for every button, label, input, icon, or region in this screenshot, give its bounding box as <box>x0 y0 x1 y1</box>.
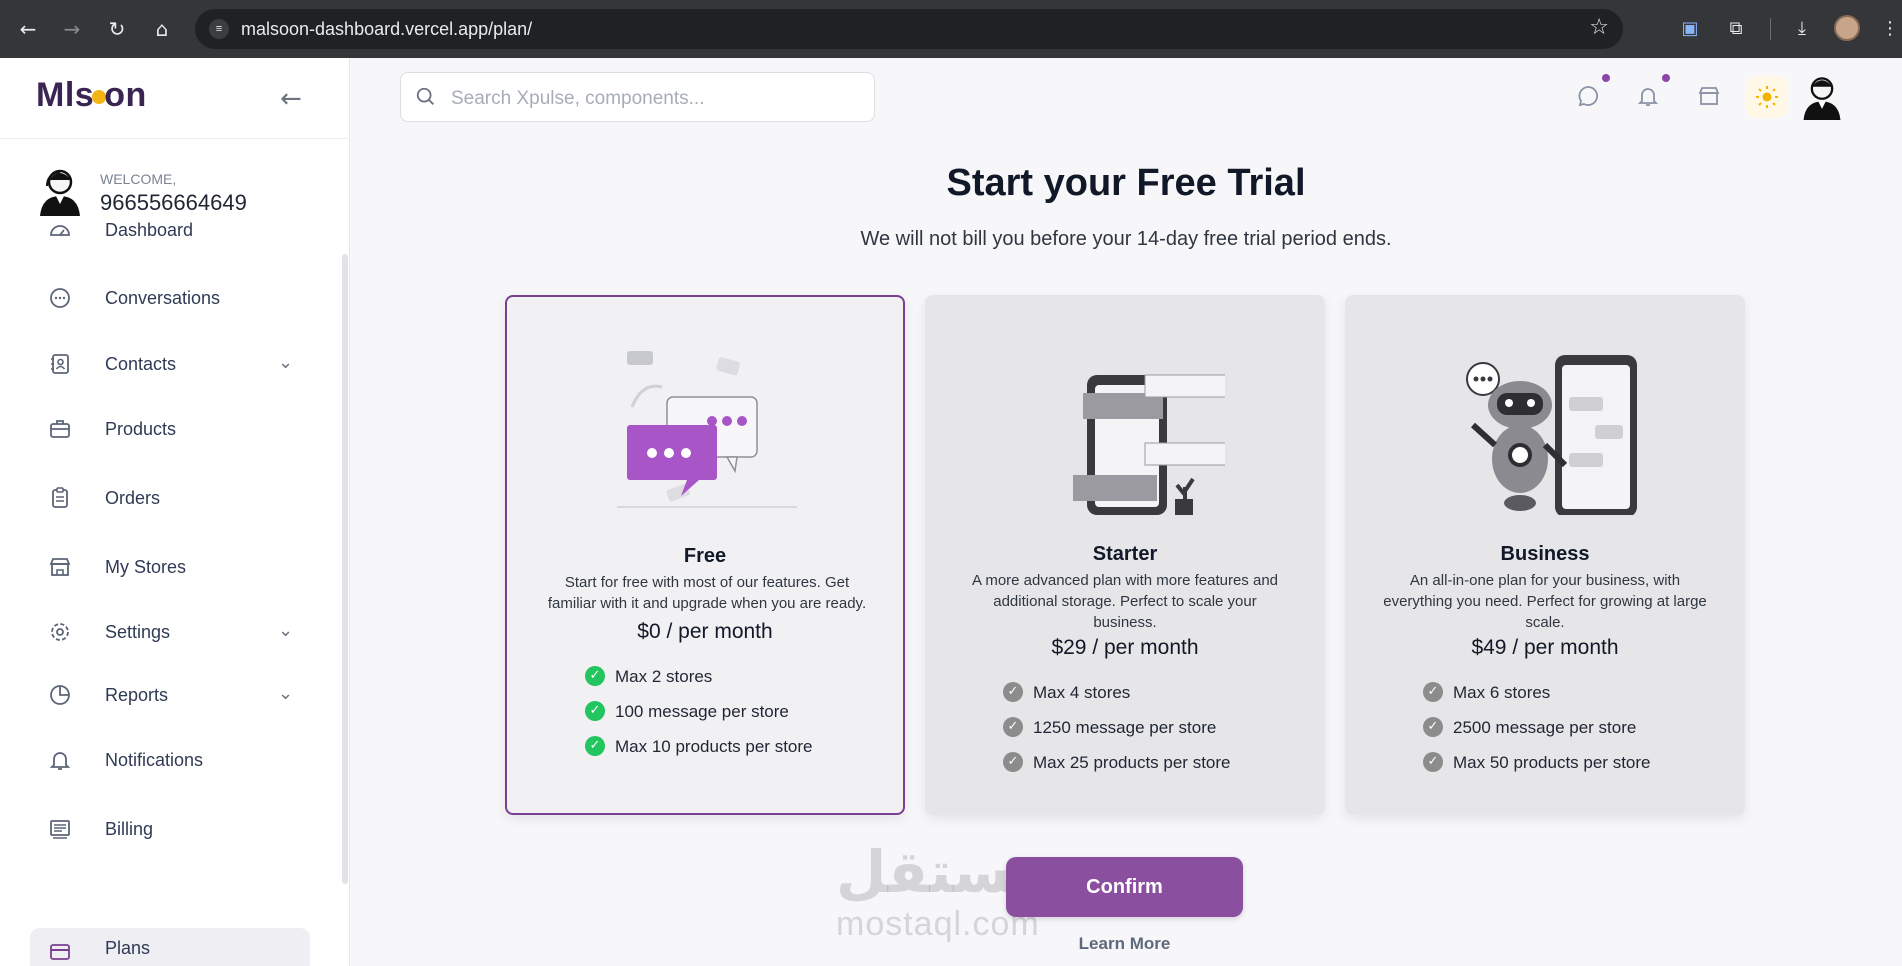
back-icon[interactable]: ← <box>14 15 42 43</box>
sidebar-item-dashboard[interactable]: Dashboard <box>30 206 310 254</box>
chevron-down-icon[interactable]: ⌄ <box>278 352 293 373</box>
divider <box>0 138 350 139</box>
notification-badge <box>1662 74 1670 82</box>
chevron-down-icon[interactable]: ⌄ <box>278 620 293 641</box>
welcome-label: WELCOME, <box>100 171 177 187</box>
notifications-button[interactable] <box>1636 74 1670 110</box>
billing-icon <box>50 820 70 839</box>
sidebar-item-my-stores[interactable]: My Stores <box>30 543 310 591</box>
plan-card-starter[interactable]: Starter A more advanced plan with more f… <box>925 295 1325 815</box>
bell-icon <box>1637 88 1659 106</box>
bookmark-star-icon[interactable]: ☆ <box>1589 15 1609 40</box>
download-icon[interactable]: ⤓ <box>1788 15 1816 43</box>
check-icon: ✓ <box>1003 682 1023 702</box>
sidebar-item-products[interactable]: Products <box>30 405 310 453</box>
check-icon: ✓ <box>1003 752 1023 772</box>
check-icon: ✓ <box>1003 717 1023 737</box>
sidebar-item-label: Plans <box>105 938 151 958</box>
plan-card-free[interactable]: Free Start for free with most of our fea… <box>505 295 905 815</box>
toolbar-divider <box>1770 18 1771 40</box>
sidebar-item-reports[interactable]: Reports ⌄ <box>30 671 310 719</box>
sidebar-item-notifications[interactable]: Notifications <box>30 736 310 784</box>
plan-price: $0 / per month <box>637 620 773 643</box>
sidebar-item-conversations[interactable]: Conversations <box>30 274 310 322</box>
address-bar[interactable]: ≡ malsoon-dashboard.vercel.app/plan/ ☆ <box>195 9 1623 49</box>
forward-icon[interactable]: → <box>58 15 86 43</box>
home-icon[interactable]: ⌂ <box>148 15 176 43</box>
store-button[interactable] <box>1697 84 1723 110</box>
sidebar-item-settings[interactable]: Settings ⌄ <box>30 608 310 656</box>
store-icon <box>1698 87 1720 105</box>
search-placeholder: Search Xpulse, components... <box>451 88 705 109</box>
contacts-icon <box>51 354 69 374</box>
site-info-icon[interactable]: ≡ <box>209 19 229 39</box>
sidebar-item-label: Settings <box>105 622 171 642</box>
phone-messages-illustration-icon <box>1073 374 1225 515</box>
check-icon: ✓ <box>1423 682 1443 702</box>
page-subtitle: We will not bill you before your 14-day … <box>860 228 1392 250</box>
check-icon: ✓ <box>585 701 605 721</box>
search-icon <box>416 87 434 105</box>
chat-bubble-icon <box>1578 86 1599 107</box>
dashboard-icon <box>50 225 70 236</box>
card-icon <box>50 944 70 960</box>
briefcase-icon <box>50 420 70 438</box>
sidebar-item-orders[interactable]: Orders <box>30 474 310 522</box>
pie-chart-icon <box>50 685 70 705</box>
sidebar-item-label: Contacts <box>105 354 177 374</box>
learn-more-link[interactable]: Learn More <box>1006 934 1243 954</box>
messages-button[interactable] <box>1576 74 1610 110</box>
theme-toggle-button[interactable] <box>1746 76 1788 118</box>
sidebar-scrollbar[interactable] <box>342 254 348 884</box>
cast-icon[interactable]: ▣ <box>1676 15 1704 43</box>
browser-profile-avatar[interactable] <box>1834 15 1860 41</box>
sidebar-item-label: My Stores <box>105 557 187 577</box>
reload-icon[interactable]: ↻ <box>103 15 131 43</box>
browser-menu-icon[interactable]: ⋮ <box>1876 15 1902 43</box>
robot-phone-illustration-icon <box>1466 355 1637 515</box>
chat-bubbles-illustration-icon <box>617 351 797 508</box>
sidebar-item-label: Conversations <box>105 288 221 308</box>
plan-description: Start for free with most of our features… <box>547 574 867 612</box>
plan-name: Business <box>1500 543 1590 565</box>
sun-icon <box>1756 86 1778 108</box>
sidebar-item-contacts[interactable]: Contacts ⌄ <box>30 340 310 388</box>
sidebar-item-label: Dashboard <box>105 220 194 240</box>
sidebar-item-label: Notifications <box>105 750 204 770</box>
gear-icon <box>51 623 69 641</box>
sidebar-item-plans[interactable]: Plans <box>30 928 310 966</box>
url-text[interactable]: malsoon-dashboard.vercel.app/plan/ <box>241 19 532 40</box>
sidebar-item-label: Products <box>105 419 177 439</box>
chat-icon <box>50 288 70 308</box>
confirm-button[interactable]: Confirm <box>1006 857 1243 917</box>
bell-icon <box>49 752 71 770</box>
plan-price: $49 / per month <box>1471 636 1619 659</box>
plan-price: $29 / per month <box>1051 636 1199 659</box>
clipboard-icon <box>52 487 68 508</box>
sidebar-item-billing[interactable]: Billing <box>30 805 310 853</box>
profile-avatar-icon[interactable] <box>1798 72 1846 120</box>
search-input[interactable]: Search Xpulse, components... <box>400 72 875 122</box>
plan-description: An all-in-one plan for your business, wi… <box>1383 572 1707 631</box>
sidebar-item-label: Reports <box>105 685 169 705</box>
app-logo[interactable]: Mls on <box>36 76 147 115</box>
plan-description: A more advanced plan with more features … <box>971 572 1278 631</box>
plan-card-business[interactable]: Business An all-in-one plan for your bus… <box>1345 295 1745 815</box>
extensions-icon[interactable]: ⧉ <box>1722 15 1750 43</box>
plan-name: Starter <box>1092 543 1158 565</box>
collapse-sidebar-icon[interactable]: ← <box>280 84 302 114</box>
store-icon <box>49 558 71 576</box>
sidebar-item-label: Billing <box>105 819 154 839</box>
chevron-down-icon[interactable]: ⌄ <box>278 683 293 704</box>
browser-toolbar: ← → ↻ ⌂ ≡ malsoon-dashboard.vercel.app/p… <box>0 0 1902 58</box>
sidebar: Mls on ← WELCOME, 966556664649 Dashboard … <box>0 58 350 966</box>
check-icon: ✓ <box>1423 717 1443 737</box>
check-icon: ✓ <box>1423 752 1443 772</box>
page-title: Start your Free Trial <box>946 162 1306 204</box>
notification-badge <box>1602 74 1610 82</box>
check-icon: ✓ <box>585 736 605 756</box>
plan-name: Free <box>683 545 727 567</box>
check-icon: ✓ <box>585 666 605 686</box>
sidebar-item-label: Orders <box>105 488 161 508</box>
